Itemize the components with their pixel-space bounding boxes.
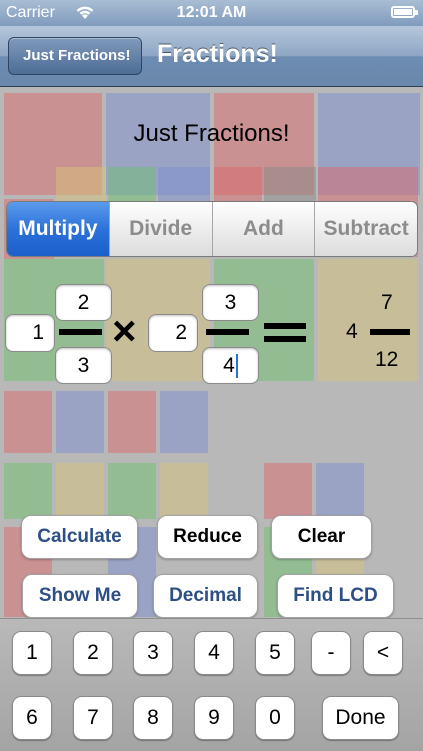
show-me-button[interactable]: Show Me [22,574,138,618]
clear-button[interactable]: Clear [271,515,372,559]
segment-add[interactable]: Add [211,202,315,256]
result-bar [370,329,410,335]
fraction2-numerator-field[interactable]: 3 [202,284,259,321]
decimal-button[interactable]: Decimal [153,574,258,618]
key-2[interactable]: 2 [73,631,113,675]
key-4[interactable]: 4 [194,631,234,675]
fraction2-denominator-field[interactable]: 4 [202,347,259,384]
result-denominator: 12 [375,348,399,371]
key-7[interactable]: 7 [73,696,113,740]
segment-multiply[interactable]: Multiply [7,202,109,256]
find-lcd-button[interactable]: Find LCD [277,574,394,618]
fraction1-bar [59,329,102,335]
page-title: Fractions! [157,40,278,68]
text-cursor [235,353,238,378]
key-9[interactable]: 9 [194,696,234,740]
result-numerator: 7 [381,291,393,314]
reduce-button[interactable]: Reduce [157,515,258,559]
key-0[interactable]: 0 [255,696,295,740]
clock: 12:01 AM [176,4,247,21]
key-minus[interactable]: - [311,631,351,675]
status-bar: Carrier 12:01 AM [0,0,423,26]
battery-icon [391,6,418,18]
calculate-button[interactable]: Calculate [21,515,138,559]
navigation-bar: Just Fractions! Fractions! [0,26,423,87]
fraction2-denominator-value: 4 [223,353,235,377]
key-8[interactable]: 8 [133,696,173,740]
key-done[interactable]: Done [322,696,399,740]
number-keypad: 1 2 3 4 5 - < 6 7 8 9 0 Done [0,618,423,751]
fraction1-numerator-field[interactable]: 2 [55,284,112,321]
fraction2-whole-field[interactable]: 2 [148,314,198,352]
key-3[interactable]: 3 [133,631,173,675]
equals-icon [264,323,306,329]
result-whole: 4 [346,320,358,343]
app-heading: Just Fractions! [133,120,290,147]
key-backspace[interactable]: < [363,631,403,675]
key-5[interactable]: 5 [255,631,295,675]
equals-icon-lower [264,336,306,342]
operation-segmented-control: Multiply Divide Add Subtract [6,201,418,257]
key-1[interactable]: 1 [12,631,52,675]
segment-subtract[interactable]: Subtract [314,202,417,256]
segment-divide[interactable]: Divide [108,202,212,256]
key-6[interactable]: 6 [12,696,52,740]
multiply-icon: × [112,307,137,354]
fraction1-whole-field[interactable]: 1 [5,314,55,352]
fraction2-bar [206,329,249,335]
fraction1-denominator-field[interactable]: 3 [55,347,112,384]
back-button[interactable]: Just Fractions! [8,37,142,75]
